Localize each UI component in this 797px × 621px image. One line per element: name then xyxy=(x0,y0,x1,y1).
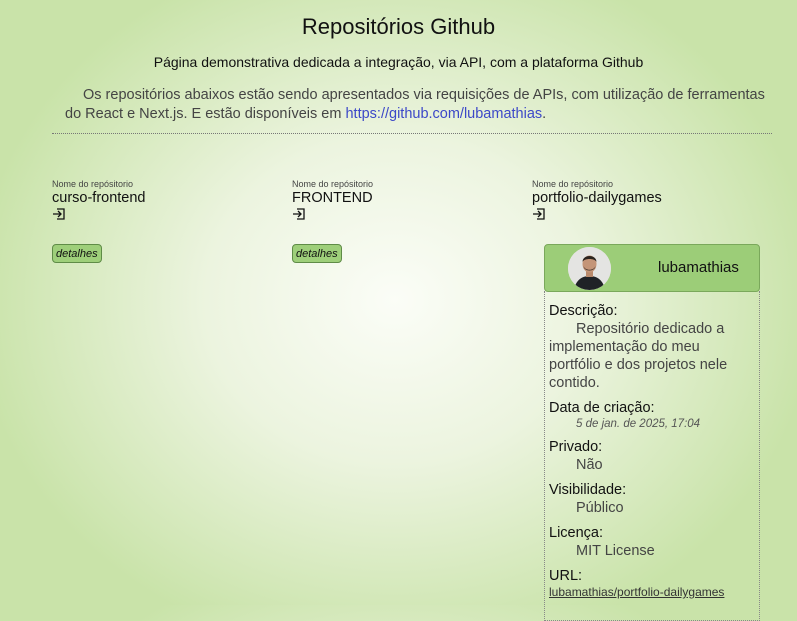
created-value: 5 de jan. de 2025, 17:04 xyxy=(576,418,701,430)
license-label: Licença: xyxy=(549,525,604,541)
url-label: URL: xyxy=(549,568,583,584)
details-button-curso-frontend[interactable]: detalhes xyxy=(52,244,102,263)
repo-name: portfolio-dailygames xyxy=(532,190,662,206)
description-value: Repositório dedicado a implementação do … xyxy=(549,321,728,391)
description-label: Descrição: xyxy=(549,303,618,319)
repo-detail-panel: Descrição: Repositório dedicado a implem… xyxy=(544,291,760,621)
repo-name: curso-frontend xyxy=(52,190,146,206)
private-value: Não xyxy=(576,457,603,473)
enter-icon[interactable] xyxy=(532,207,546,221)
visibility-label: Visibilidade: xyxy=(549,482,627,498)
details-button-frontend[interactable]: detalhes xyxy=(292,244,342,263)
repo-url-link[interactable]: lubamathias/portfolio-dailygames xyxy=(549,585,755,600)
page-subtitle: Página demonstrativa dedicada a integraç… xyxy=(153,54,644,70)
visibility-value: Público xyxy=(576,500,624,516)
intro-end: . xyxy=(542,106,547,122)
private-label: Privado: xyxy=(549,439,603,455)
intro-paragraph: Os repositórios abaixos estão sendo apre… xyxy=(65,86,765,124)
license-value: MIT License xyxy=(576,543,655,559)
enter-icon[interactable] xyxy=(292,207,306,221)
github-profile-link[interactable]: https://github.com/lubamathias xyxy=(345,106,542,122)
repo-card-portfolio-dailygames: Nome do repósitorio portfolio-dailygames xyxy=(532,179,662,221)
repo-name-caption: Nome do repósitorio xyxy=(292,179,374,189)
user-avatar xyxy=(568,247,611,290)
enter-icon[interactable] xyxy=(52,207,66,221)
repo-card-frontend: Nome do repósitorio FRONTEND xyxy=(292,179,373,221)
repo-name-caption: Nome do repósitorio xyxy=(52,179,134,189)
owner-login: lubamathias xyxy=(658,259,739,276)
repo-name-caption: Nome do repósitorio xyxy=(532,179,614,189)
repo-owner-header: lubamathias xyxy=(544,244,760,292)
repo-card-curso-frontend: Nome do repósitorio curso-frontend xyxy=(52,179,146,221)
divider xyxy=(52,133,772,134)
page-title: Repositórios Github xyxy=(301,14,496,39)
created-label: Data de criação: xyxy=(549,400,655,416)
repo-name: FRONTEND xyxy=(292,190,373,206)
